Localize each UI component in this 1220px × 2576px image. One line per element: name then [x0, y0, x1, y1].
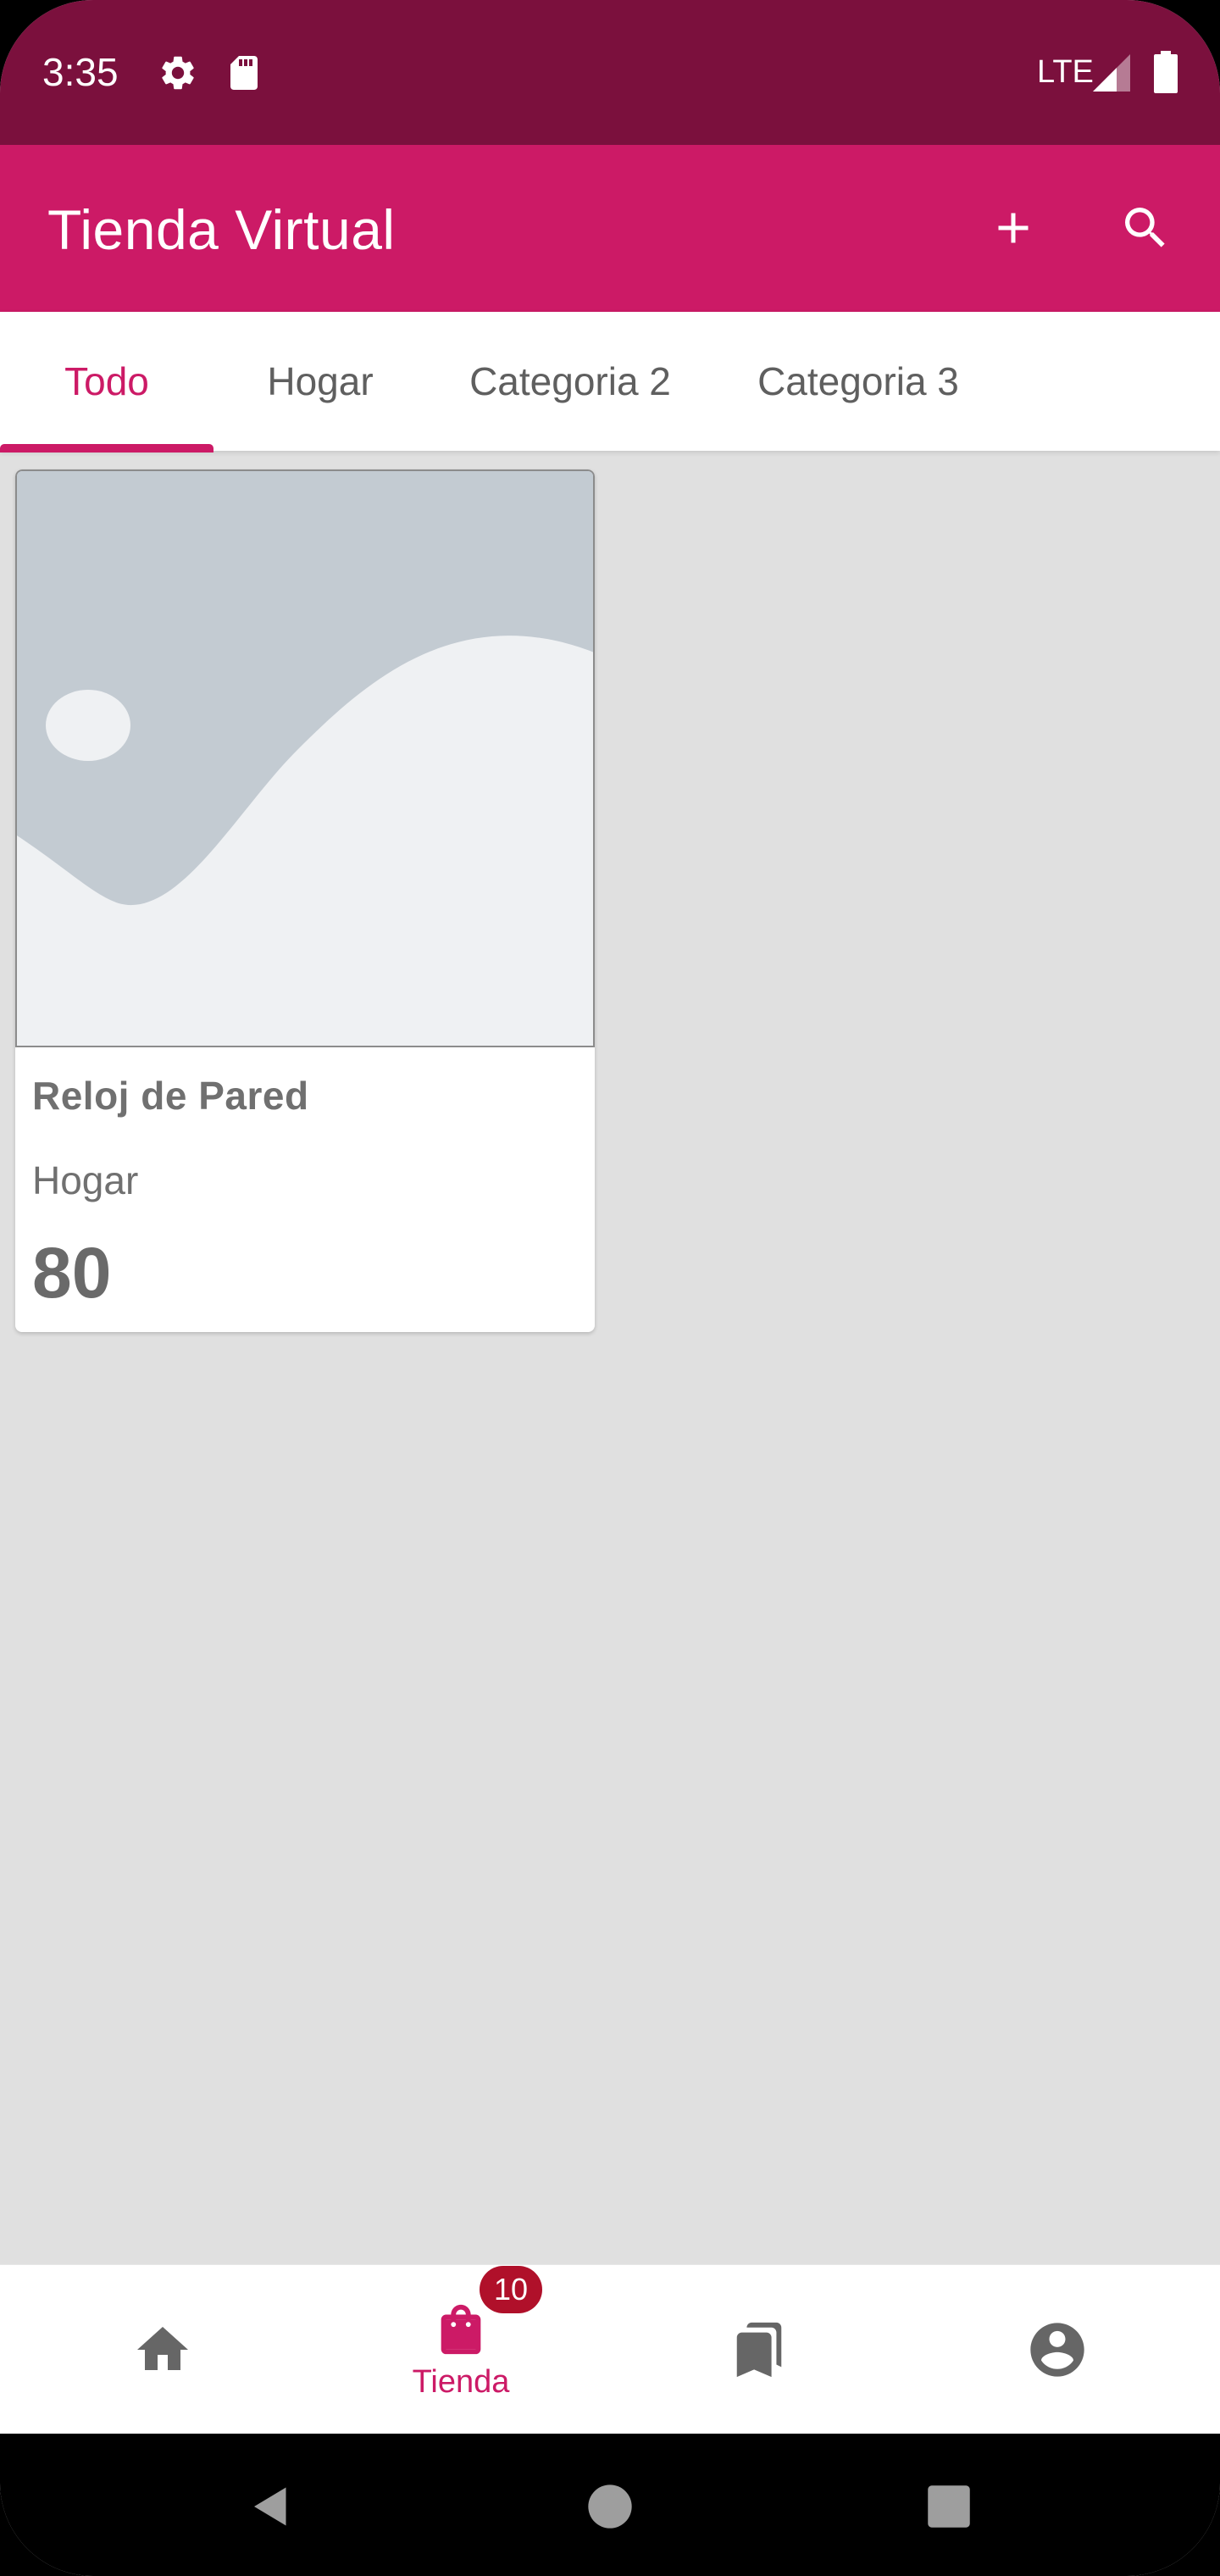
network-type: LTE: [1037, 54, 1094, 90]
home-button[interactable]: [576, 2473, 644, 2540]
product-image-placeholder: [15, 469, 595, 1047]
tab-todo[interactable]: Todo: [0, 312, 214, 451]
home-circle-icon: [588, 2484, 632, 2529]
search-icon: [1125, 208, 1165, 247]
system-navigation-bar: [0, 2434, 1220, 2576]
tab-categoria-3[interactable]: Categoria 3: [727, 312, 990, 451]
back-button[interactable]: [237, 2473, 305, 2540]
bottom-navigation: Tienda: [0, 2264, 1220, 2434]
home-icon: [137, 2327, 188, 2370]
sd-card-icon: [227, 53, 261, 97]
back-triangle-icon: [254, 2487, 286, 2526]
add-button[interactable]: [978, 192, 1049, 264]
product-price: 80: [32, 1233, 112, 1313]
account-circle-icon: [1030, 2323, 1084, 2377]
tab-indicator: [0, 444, 214, 452]
category-tabs: Todo Hogar Categoria 2 Categoria 3: [0, 312, 1220, 452]
app-title: Tienda Virtual: [47, 198, 396, 261]
status-bar: 3:35 LTE: [0, 0, 1220, 145]
nav-tienda-label: Tienda: [412, 2363, 510, 2400]
image-placeholder-icon: [17, 471, 593, 1046]
plus-icon: [998, 213, 1029, 243]
nav-bookmarks[interactable]: [607, 2265, 912, 2434]
status-time: 3:35: [42, 50, 119, 94]
phone-screen: 3:35 LTE Tienda Virtual Todo Hogar Categ…: [0, 0, 1220, 2576]
signal-icon: [1093, 54, 1134, 96]
tab-categoria-2[interactable]: Categoria 2: [439, 312, 702, 451]
bookmarks-icon: [736, 2322, 782, 2378]
settings-gear-icon: [158, 53, 198, 97]
shopping-bag-icon: [441, 2304, 481, 2354]
search-button[interactable]: [1110, 192, 1181, 264]
app-bar: Tienda Virtual: [0, 145, 1220, 312]
recents-button[interactable]: [915, 2473, 983, 2540]
nav-account[interactable]: [905, 2265, 1210, 2434]
nav-home[interactable]: [10, 2265, 315, 2434]
tab-hogar[interactable]: Hogar: [214, 312, 427, 451]
recents-square-icon: [928, 2485, 970, 2528]
product-card[interactable]: Reloj de Pared Hogar 80: [15, 469, 595, 1332]
battery-icon: [1154, 51, 1178, 97]
product-name: Reloj de Pared: [32, 1074, 309, 1118]
product-category: Hogar: [32, 1158, 139, 1202]
nav-tienda[interactable]: Tienda: [308, 2265, 613, 2434]
cart-count-badge: 10: [480, 2266, 542, 2313]
